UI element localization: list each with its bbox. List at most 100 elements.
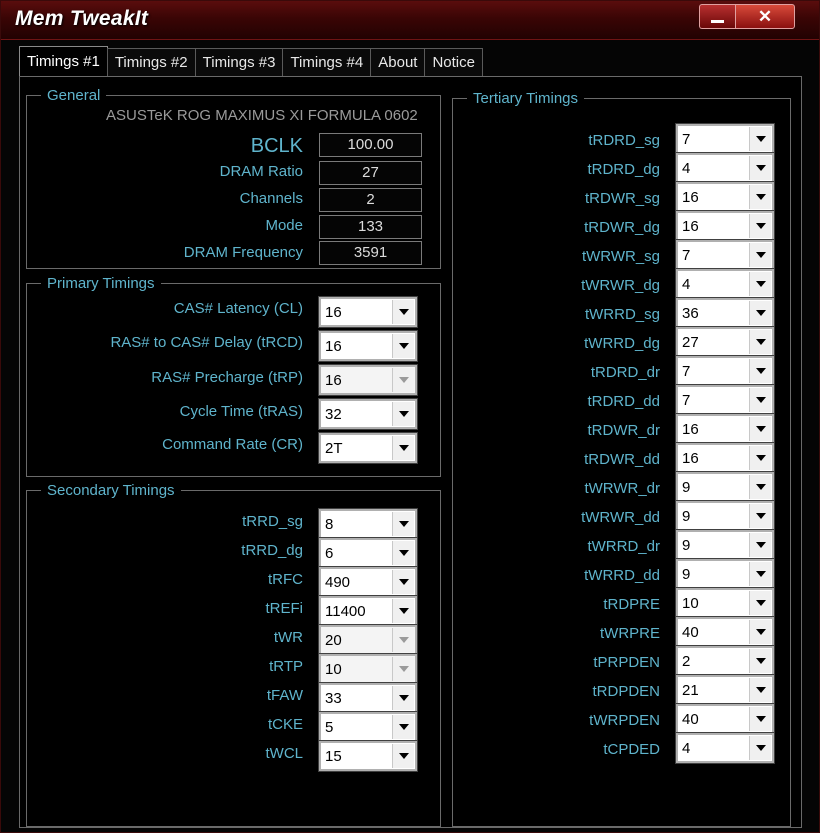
chevron-down-icon[interactable] [749,504,771,528]
chevron-down-icon[interactable] [392,541,414,565]
chevron-down-icon[interactable] [749,649,771,673]
twrrd-dr-label: tWRRD_dr [587,538,660,555]
chevron-down-icon[interactable] [749,417,771,441]
chevron-down-icon[interactable] [392,300,414,324]
chevron-down-icon[interactable] [392,715,414,739]
trfc-select[interactable]: 490 [318,566,418,598]
mode-value: 133 [319,215,422,239]
tab-about[interactable]: About [370,48,426,76]
trcd-select[interactable]: 16 [318,330,418,362]
twrrd-dg-select[interactable]: 27 [675,326,775,358]
command-rate-select[interactable]: 2T [318,432,418,464]
chevron-down-icon[interactable] [749,591,771,615]
trefi-select[interactable]: 11400 [318,595,418,627]
trdpre-select[interactable]: 10 [675,587,775,619]
trrd-dg-select[interactable]: 6 [318,537,418,569]
tab-timings-1[interactable]: Timings #1 [19,46,108,76]
twrwr-dd-select[interactable]: 9 [675,500,775,532]
trdwr-dg-value: 16 [682,218,699,235]
twrwr-dg-select[interactable]: 4 [675,268,775,300]
chevron-down-icon[interactable] [392,436,414,460]
twrrd-dr-value: 9 [682,537,691,554]
chevron-down-icon[interactable] [749,156,771,180]
chevron-down-icon[interactable] [392,570,414,594]
trdwr-dd-value: 16 [682,450,699,467]
chevron-down-icon[interactable] [392,334,414,358]
tfaw-select[interactable]: 33 [318,682,418,714]
chevron-down-icon[interactable] [749,678,771,702]
chevron-down-icon[interactable] [392,599,414,623]
trrd-sg-label: tRRD_sg [242,513,303,530]
trdrd-sg-value: 7 [682,131,691,148]
tcpded-label: tCPDED [603,741,660,758]
trdrd-dr-select[interactable]: 7 [675,355,775,387]
chevron-down-icon[interactable] [749,707,771,731]
twrrd-dr-select[interactable]: 9 [675,529,775,561]
tcpded-select[interactable]: 4 [675,732,775,764]
twcl-select[interactable]: 15 [318,740,418,772]
chevron-down-icon[interactable] [392,686,414,710]
dram-frequency-label: DRAM Frequency [183,244,303,261]
trdwr-sg-label: tRDWR_sg [584,190,660,207]
window-controls: ✕ [699,4,795,29]
trdrd-sg-select[interactable]: 7 [675,123,775,155]
bclk-label: BCLK [250,135,303,157]
chevron-down-icon[interactable] [749,533,771,557]
chevron-down-icon[interactable] [749,562,771,586]
chevron-down-icon[interactable] [749,301,771,325]
twrpden-select[interactable]: 40 [675,703,775,735]
twrwr-dr-select[interactable]: 9 [675,471,775,503]
trp-select[interactable]: 16 [318,364,418,396]
chevron-down-icon[interactable] [749,446,771,470]
twrpre-select[interactable]: 40 [675,616,775,648]
chevron-down-icon[interactable] [749,620,771,644]
tcke-select[interactable]: 5 [318,711,418,743]
twr-select[interactable]: 20 [318,624,418,656]
chevron-down-icon[interactable] [749,359,771,383]
trdwr-dr-select[interactable]: 16 [675,413,775,445]
trfc-label: tRFC [268,571,303,588]
twrrd-sg-select[interactable]: 36 [675,297,775,329]
minimize-button[interactable] [699,4,735,29]
trrd-sg-select[interactable]: 8 [318,508,418,540]
tab-timings-4[interactable]: Timings #4 [282,48,372,76]
tertiary-timings-legend: Tertiary Timings [473,90,579,107]
tab-timings-3[interactable]: Timings #3 [194,48,284,76]
chevron-down-icon[interactable] [749,475,771,499]
trdpden-select[interactable]: 21 [675,674,775,706]
twrrd-dd-value: 9 [682,566,691,583]
chevron-down-icon[interactable] [749,330,771,354]
chevron-down-icon[interactable] [392,512,414,536]
chevron-down-icon[interactable] [749,388,771,412]
trdrd-dd-select[interactable]: 7 [675,384,775,416]
trdwr-dd-select[interactable]: 16 [675,442,775,474]
trtp-select[interactable]: 10 [318,653,418,685]
trdwr-sg-select[interactable]: 16 [675,181,775,213]
tprpden-select[interactable]: 2 [675,645,775,677]
cas-latency-select[interactable]: 16 [318,296,418,328]
trdpden-value: 21 [682,682,699,699]
trp-value: 16 [325,372,342,389]
tab-timings-2[interactable]: Timings #2 [106,48,196,76]
chevron-down-icon[interactable] [749,214,771,238]
trdrd-dg-select[interactable]: 4 [675,152,775,184]
tras-select[interactable]: 32 [318,398,418,430]
chevron-down-icon[interactable] [749,185,771,209]
chevron-down-icon[interactable] [392,744,414,768]
chevron-down-icon[interactable] [749,736,771,760]
tab-bar: Timings #1 Timings #2 Timings #3 Timings… [19,46,483,76]
trdwr-dg-select[interactable]: 16 [675,210,775,242]
twrrd-dd-select[interactable]: 9 [675,558,775,590]
chevron-down-icon[interactable] [392,402,414,426]
close-button[interactable]: ✕ [735,4,795,29]
chevron-down-icon[interactable] [749,243,771,267]
twrwr-sg-select[interactable]: 7 [675,239,775,271]
chevron-down-icon[interactable] [749,272,771,296]
chevron-down-icon[interactable] [749,127,771,151]
window-title: Mem TweakIt [15,7,149,30]
trdrd-dr-label: tRDRD_dr [590,364,660,381]
tab-notice[interactable]: Notice [424,48,483,76]
trdwr-dg-label: tRDWR_dg [584,219,660,236]
twrpre-label: tWRPRE [600,625,660,642]
title-bar[interactable]: Mem TweakIt ✕ [1,1,819,40]
